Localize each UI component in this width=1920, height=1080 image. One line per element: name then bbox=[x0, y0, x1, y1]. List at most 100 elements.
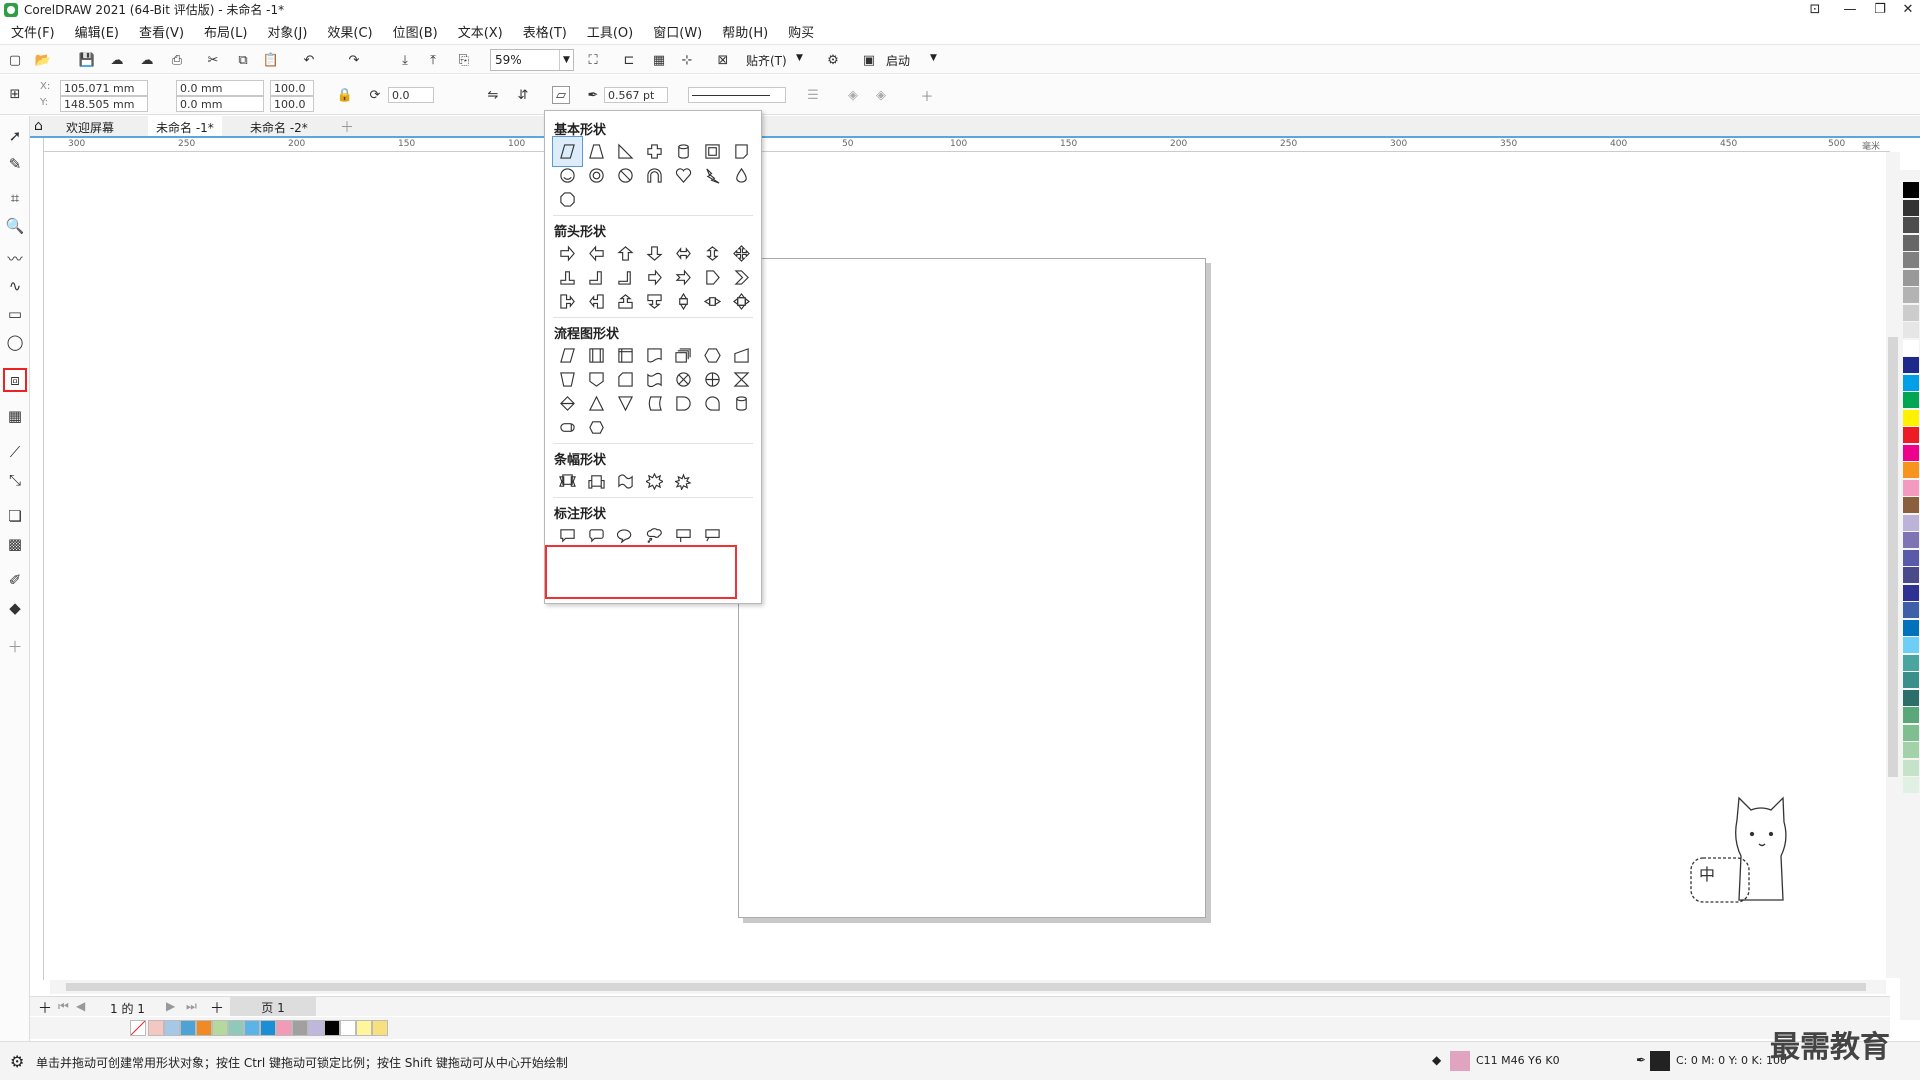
palette-swatch[interactable] bbox=[228, 1020, 244, 1036]
snap-to-button[interactable]: 贴齐(T) bbox=[746, 52, 787, 69]
eyedropper-tool-icon[interactable]: ✐ bbox=[3, 568, 27, 592]
undo-icon[interactable]: ↶ bbox=[300, 51, 318, 69]
menu-file[interactable]: 文件(F) bbox=[11, 22, 55, 41]
full-screen-icon[interactable]: ⛶ bbox=[584, 51, 602, 69]
tab-untitled-2[interactable]: 未命名 -2* bbox=[242, 116, 316, 136]
fill-tool-icon[interactable]: ◆ bbox=[3, 596, 27, 620]
wave-banner-shape-icon[interactable] bbox=[611, 467, 640, 496]
ribbon-down-shape-icon[interactable] bbox=[553, 467, 582, 496]
palette-swatch[interactable] bbox=[372, 1020, 388, 1036]
scroll-thumb[interactable] bbox=[66, 983, 1866, 991]
home-icon[interactable]: ⌂ bbox=[34, 118, 43, 134]
horizontal-scrollbar[interactable] bbox=[50, 980, 1886, 994]
palette-swatch[interactable] bbox=[1903, 514, 1919, 531]
flow-sequential-storage-shape-icon[interactable] bbox=[698, 389, 727, 418]
palette-swatch[interactable] bbox=[308, 1020, 324, 1036]
palette-swatch[interactable] bbox=[196, 1020, 212, 1036]
x-position-field[interactable]: 105.071 mm bbox=[60, 80, 148, 96]
save-icon[interactable]: 💾 bbox=[78, 51, 96, 69]
paste-icon[interactable]: 📋 bbox=[262, 51, 280, 69]
lock-ratio-icon[interactable]: 🔒 bbox=[336, 86, 354, 104]
palette-swatch[interactable] bbox=[260, 1020, 276, 1036]
palette-swatch[interactable] bbox=[164, 1020, 180, 1036]
cloud-upload-icon[interactable]: ☁ bbox=[138, 51, 156, 69]
last-page-icon[interactable]: ⏭ bbox=[186, 999, 197, 1014]
add-page-before-icon[interactable]: ＋ bbox=[38, 998, 52, 1018]
publish-pdf-icon[interactable]: ⎘ bbox=[455, 51, 473, 69]
palette-swatch[interactable] bbox=[324, 1020, 340, 1036]
mirror-vertical-icon[interactable]: ⇵ bbox=[514, 86, 532, 104]
droplet-shape-icon[interactable] bbox=[727, 161, 756, 190]
palette-swatch[interactable] bbox=[1903, 654, 1919, 671]
palette-swatch[interactable] bbox=[1903, 374, 1919, 391]
palette-swatch[interactable] bbox=[1903, 462, 1919, 478]
guidelines-icon[interactable]: ⊹ bbox=[678, 51, 696, 69]
no-color-swatch[interactable] bbox=[130, 1020, 146, 1036]
palette-swatch[interactable] bbox=[1903, 304, 1919, 321]
arrow-callout-down-shape-icon[interactable] bbox=[640, 287, 669, 316]
account-icon[interactable]: ⊡ bbox=[1800, 0, 1830, 19]
rotate-icon[interactable]: ⟳ bbox=[366, 86, 384, 104]
palette-swatch[interactable] bbox=[1903, 742, 1919, 758]
rulers-icon[interactable]: ⊏ bbox=[620, 51, 638, 69]
palette-swatch[interactable] bbox=[1903, 619, 1919, 636]
menu-layout[interactable]: 布局(L) bbox=[204, 22, 247, 41]
menu-text[interactable]: 文本(X) bbox=[458, 22, 503, 41]
rectangle-tool-icon[interactable]: ▭ bbox=[3, 302, 27, 326]
menu-table[interactable]: 表格(T) bbox=[523, 22, 567, 41]
restore-button[interactable]: ❐ bbox=[1865, 0, 1895, 19]
freehand-tool-icon[interactable]: 〰 bbox=[3, 246, 27, 270]
palette-swatch[interactable] bbox=[1903, 549, 1919, 566]
menu-object[interactable]: 对象(J) bbox=[267, 22, 307, 41]
heart-shape-icon[interactable] bbox=[669, 161, 698, 190]
fill-swatch[interactable] bbox=[1450, 1051, 1470, 1071]
redo-icon[interactable]: ↷ bbox=[345, 51, 363, 69]
horizontal-ruler[interactable]: 300 250 200 150 100 50 100 150 200 250 3… bbox=[40, 138, 1890, 152]
palette-swatch[interactable] bbox=[180, 1020, 196, 1036]
palette-swatch[interactable] bbox=[1903, 567, 1919, 583]
to-back-icon[interactable]: ◈ bbox=[872, 86, 890, 104]
ribbon-up-shape-icon[interactable] bbox=[582, 467, 611, 496]
add-icon[interactable]: ＋ bbox=[918, 86, 936, 105]
width-field[interactable]: 0.0 mm bbox=[176, 80, 264, 96]
palette-swatch[interactable] bbox=[1903, 287, 1919, 303]
palette-swatch[interactable] bbox=[1903, 532, 1919, 548]
gear-icon[interactable]: ⚙ bbox=[10, 1052, 24, 1071]
next-page-icon[interactable]: ▶ bbox=[166, 999, 175, 1013]
lightning-shape-icon[interactable] bbox=[698, 161, 727, 190]
flow-stored-data-shape-icon[interactable] bbox=[640, 389, 669, 418]
document-page[interactable] bbox=[738, 258, 1206, 918]
arch-shape-icon[interactable] bbox=[640, 161, 669, 190]
palette-swatch[interactable] bbox=[340, 1020, 356, 1036]
new-document-icon[interactable]: ▢ bbox=[6, 51, 24, 69]
tab-welcome[interactable]: 欢迎屏幕 bbox=[58, 116, 122, 136]
palette-swatch[interactable] bbox=[1903, 392, 1919, 408]
rotation-angle-field[interactable]: 0.0 bbox=[388, 87, 434, 103]
palette-swatch[interactable] bbox=[1903, 759, 1919, 776]
minimize-button[interactable]: — bbox=[1835, 0, 1865, 19]
line-style-combo[interactable] bbox=[688, 87, 786, 103]
common-shapes-picker-icon[interactable]: ▱ bbox=[552, 86, 570, 104]
to-front-icon[interactable]: ◈ bbox=[844, 86, 862, 104]
transparency-tool-icon[interactable]: ▩ bbox=[3, 532, 27, 556]
add-tool-icon[interactable]: ＋ bbox=[3, 634, 27, 658]
palette-swatch[interactable] bbox=[1903, 707, 1919, 723]
page-tab-1[interactable]: 页 1 bbox=[230, 997, 316, 1016]
scale-y-field[interactable]: 100.0 bbox=[270, 96, 314, 112]
menu-bitmaps[interactable]: 位图(B) bbox=[393, 22, 438, 41]
vertical-ruler[interactable] bbox=[30, 138, 44, 980]
menu-help[interactable]: 帮助(H) bbox=[722, 22, 768, 41]
cloud-download-icon[interactable]: ☁ bbox=[108, 51, 126, 69]
palette-swatch[interactable] bbox=[1903, 444, 1919, 461]
palette-swatch[interactable] bbox=[1903, 409, 1919, 426]
palette-swatch[interactable] bbox=[356, 1020, 372, 1036]
dimension-tool-icon[interactable]: ⟋ bbox=[3, 440, 27, 464]
menu-view[interactable]: 查看(V) bbox=[139, 22, 184, 41]
menu-edit[interactable]: 编辑(E) bbox=[75, 22, 119, 41]
palette-swatch[interactable] bbox=[1903, 357, 1919, 373]
palette-swatch[interactable] bbox=[292, 1020, 308, 1036]
import-icon[interactable]: ⤓ bbox=[396, 51, 414, 69]
chevron-down-icon[interactable]: ▼ bbox=[796, 53, 803, 63]
zoom-level-combo[interactable]: 59% ▼ bbox=[490, 49, 574, 71]
close-button[interactable]: ✕ bbox=[1893, 0, 1920, 19]
